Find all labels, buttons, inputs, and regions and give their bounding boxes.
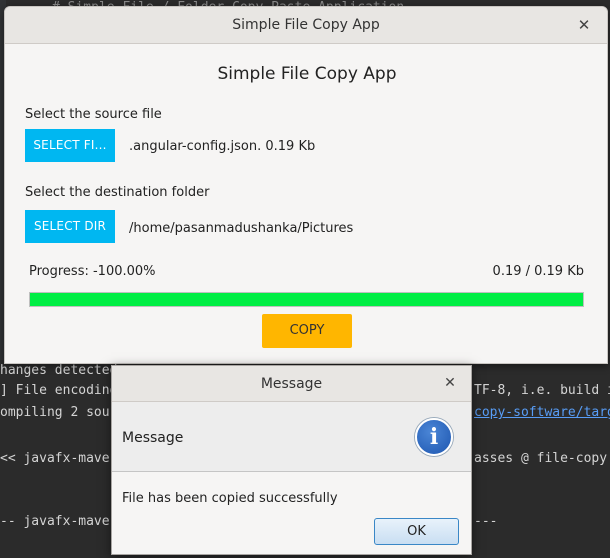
progress-bar <box>29 292 584 307</box>
dialog-header: Message i <box>112 402 471 472</box>
ide-log-fragment: asses @ file-copy <box>474 451 608 466</box>
close-icon[interactable]: ✕ <box>575 16 593 34</box>
source-file-info: .angular-config.json. 0.19 Kb <box>129 139 316 154</box>
destination-label: Select the destination folder <box>25 185 210 200</box>
window-title: Simple File Copy App <box>232 17 380 33</box>
dialog-title: Message <box>260 376 323 392</box>
copy-button[interactable]: COPY <box>262 314 352 348</box>
close-icon[interactable]: ✕ <box>441 374 459 392</box>
ide-log-line: ] File encoding <box>0 383 118 398</box>
progress-bar-fill <box>30 293 583 306</box>
app-heading: Simple File Copy App <box>217 64 397 84</box>
progress-text: Progress: -100.00% <box>29 264 156 279</box>
app-window: Simple File Copy App ✕ Simple File Copy … <box>4 6 608 364</box>
ide-log-line: hanges detected <box>0 363 118 378</box>
app-body: Simple File Copy App Select the source f… <box>5 44 607 363</box>
dialog-message: File has been copied successfully <box>122 491 338 506</box>
select-file-button[interactable]: SELECT FI... <box>25 129 115 162</box>
destination-folder-info: /home/pasanmadushanka/Pictures <box>129 221 354 236</box>
ide-log-fragment: TF-8, i.e. build i <box>474 383 610 398</box>
dialog-titlebar[interactable]: Message ✕ <box>112 366 471 402</box>
ide-log-fragment: --- <box>474 514 498 529</box>
ide-log-line: << javafx-mave <box>0 451 110 466</box>
source-label: Select the source file <box>25 107 162 122</box>
ide-log-line: ompiling 2 sou <box>0 405 110 420</box>
ok-button[interactable]: OK <box>374 518 459 545</box>
select-dir-button[interactable]: SELECT DIR <box>25 210 115 243</box>
info-icon: i <box>415 418 453 456</box>
size-text: 0.19 / 0.19 Kb <box>492 264 584 279</box>
ide-log-line: -- javafx-mave <box>0 514 110 529</box>
message-dialog: Message ✕ Message i File has been copied… <box>111 365 472 555</box>
ide-log-link[interactable]: copy-software/targ <box>474 405 610 420</box>
app-titlebar[interactable]: Simple File Copy App ✕ <box>5 7 607 44</box>
dialog-header-text: Message <box>122 430 184 446</box>
